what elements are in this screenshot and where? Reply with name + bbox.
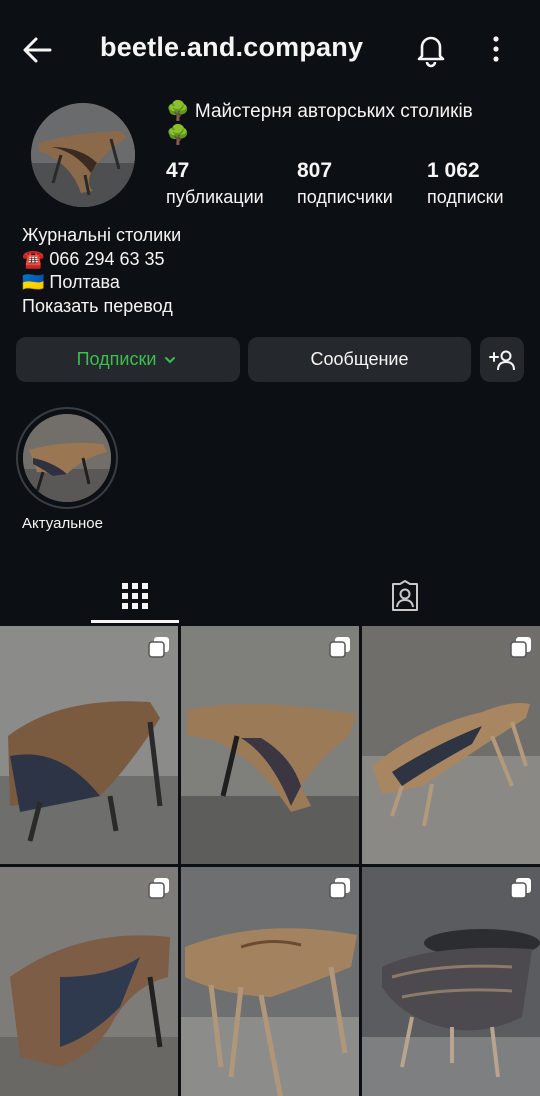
carousel-icon bbox=[510, 878, 531, 899]
stat-posts-label: публикации bbox=[166, 187, 264, 207]
post-image bbox=[181, 867, 359, 1096]
back-button[interactable] bbox=[20, 32, 56, 68]
profile-username: beetle.and.company bbox=[100, 32, 364, 62]
post-image bbox=[0, 867, 178, 1096]
post-image bbox=[362, 867, 540, 1096]
post-tile[interactable] bbox=[181, 867, 359, 1096]
tagged-icon bbox=[392, 580, 418, 611]
profile-bio: Журнальні столики ☎️ 066 294 63 35 🇺🇦 По… bbox=[22, 224, 181, 318]
tab-tagged[interactable] bbox=[315, 568, 495, 624]
following-button-label: Подписки bbox=[76, 349, 157, 369]
profile-name: 🌳 Майстерня авторських столиків 🌳 bbox=[166, 100, 526, 148]
post-tile[interactable] bbox=[181, 626, 359, 864]
carousel-icon bbox=[148, 878, 169, 899]
message-button-label: Сообщение bbox=[310, 349, 409, 369]
bell-icon bbox=[417, 36, 445, 68]
message-button[interactable]: Сообщение bbox=[248, 337, 471, 382]
suggest-people-button[interactable] bbox=[480, 337, 524, 382]
stat-followers-label: подписчики bbox=[297, 187, 393, 207]
stat-following-label: подписки bbox=[427, 187, 504, 207]
following-button[interactable]: Подписки bbox=[16, 337, 240, 382]
post-tile[interactable] bbox=[0, 626, 178, 864]
more-vertical-icon bbox=[493, 36, 499, 62]
chevron-down-icon bbox=[165, 356, 176, 363]
stat-followers[interactable]: 807 подписчики bbox=[297, 158, 393, 210]
bio-location: 🇺🇦 Полтава bbox=[22, 272, 120, 292]
stat-following-count: 1 062 bbox=[427, 159, 480, 182]
profile-name-line1: 🌳 Майстерня авторських столиків bbox=[166, 101, 473, 122]
bio-line: Журнальні столики bbox=[22, 225, 182, 245]
carousel-icon bbox=[329, 878, 350, 899]
carousel-icon bbox=[329, 637, 350, 658]
stat-following[interactable]: 1 062 подписки bbox=[427, 158, 504, 210]
bio-phone[interactable]: ☎️ 066 294 63 35 bbox=[22, 248, 181, 272]
story-highlight[interactable] bbox=[16, 407, 118, 509]
post-image bbox=[0, 626, 178, 864]
highlight-cover bbox=[23, 414, 111, 502]
profile-name-line2: 🌳 bbox=[166, 125, 190, 146]
more-options-button[interactable] bbox=[484, 32, 508, 66]
profile-avatar[interactable] bbox=[31, 103, 135, 207]
post-image bbox=[362, 626, 540, 864]
show-translation-link[interactable]: Показать перевод bbox=[22, 295, 181, 319]
posts-grid bbox=[0, 626, 540, 1096]
avatar-table-image bbox=[31, 103, 135, 207]
post-tile[interactable] bbox=[0, 867, 178, 1096]
stat-followers-count: 807 bbox=[297, 159, 333, 182]
add-person-icon bbox=[489, 350, 515, 370]
arrow-left-icon bbox=[23, 37, 52, 63]
stat-posts-count: 47 bbox=[166, 159, 190, 182]
tab-posts-grid[interactable] bbox=[45, 568, 225, 624]
grid-icon bbox=[122, 583, 148, 609]
top-bar: beetle.and.company bbox=[0, 0, 540, 96]
stat-posts[interactable]: 47 публикации bbox=[166, 158, 264, 210]
post-image bbox=[181, 626, 359, 864]
active-tab-indicator bbox=[91, 620, 179, 623]
notifications-button[interactable] bbox=[412, 30, 450, 68]
carousel-icon bbox=[148, 637, 169, 658]
highlight-label: Актуальное bbox=[22, 515, 103, 532]
carousel-icon bbox=[510, 637, 531, 658]
post-tile[interactable] bbox=[362, 626, 540, 864]
post-tile[interactable] bbox=[362, 867, 540, 1096]
